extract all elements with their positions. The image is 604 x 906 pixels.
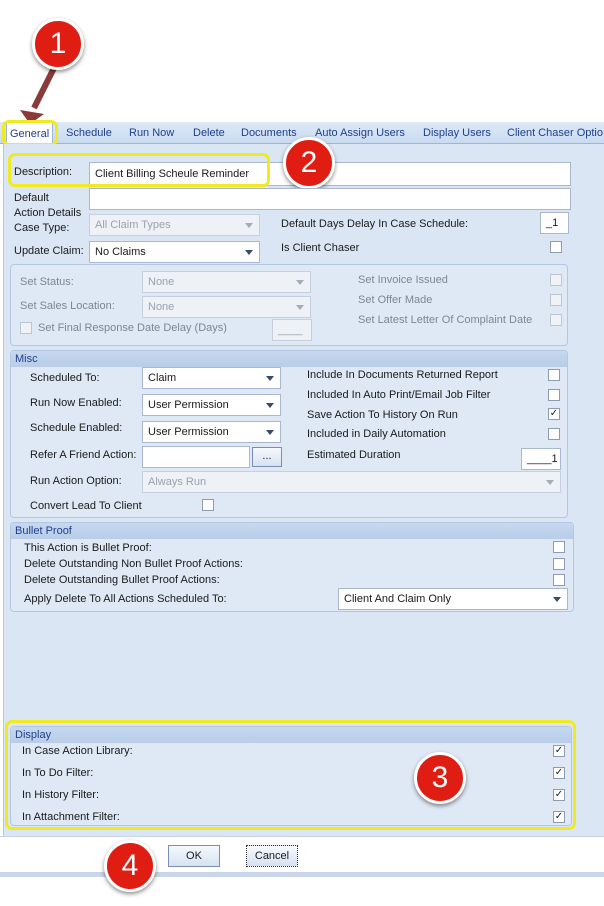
highlight-display-group	[5, 720, 576, 830]
callout-3: 3	[414, 752, 466, 804]
ok-button[interactable]: OK	[168, 845, 220, 867]
tab-schedule[interactable]: Schedule	[66, 122, 112, 144]
refer-friend-label: Refer A Friend Action:	[30, 449, 137, 461]
schedule-enabled-label: Schedule Enabled:	[30, 422, 123, 434]
apply-delete-label: Apply Delete To All Actions Scheduled To…	[24, 593, 227, 605]
set-status-label: Set Status:	[20, 276, 74, 288]
chevron-down-icon	[296, 305, 304, 310]
tab-auto-assign-users[interactable]: Auto Assign Users	[315, 122, 405, 144]
delete-bullet-label: Delete Outstanding Bullet Proof Actions:	[24, 574, 220, 586]
tab-display-users[interactable]: Display Users	[423, 122, 491, 144]
set-latest-letter-label: Set Latest Letter Of Complaint Date	[358, 314, 533, 326]
set-final-response-input[interactable]: ____	[272, 319, 312, 341]
set-invoice-issued-checkbox[interactable]	[550, 274, 562, 286]
callout-4: 4	[104, 840, 156, 892]
default-action-details-input[interactable]	[89, 188, 571, 210]
tab-delete[interactable]: Delete	[193, 122, 225, 144]
set-final-response-checkbox[interactable]	[20, 322, 32, 334]
set-offer-made-label: Set Offer Made	[358, 294, 433, 306]
schedule-enabled-select[interactable]: User Permission	[142, 421, 281, 443]
case-type-select[interactable]: All Claim Types	[89, 214, 260, 236]
chevron-down-icon	[245, 223, 253, 228]
include-docs-checkbox[interactable]	[548, 369, 560, 381]
tab-documents[interactable]: Documents	[241, 122, 297, 144]
bullet-proof-checkbox[interactable]	[553, 541, 565, 553]
bullet-proof-label: This Action is Bullet Proof:	[24, 542, 152, 554]
case-type-value: All Claim Types	[95, 219, 171, 231]
dialog-window: 1 General Schedule Run Now Delete Docume…	[0, 0, 604, 906]
set-status-value: None	[148, 276, 175, 288]
is-client-chaser-checkbox[interactable]	[550, 241, 562, 253]
highlight-general-tab	[2, 120, 58, 146]
included-daily-label: Included in Daily Automation	[307, 428, 446, 440]
chevron-down-icon	[546, 480, 554, 485]
apply-delete-value: Client And Claim Only	[344, 593, 451, 605]
run-now-enabled-select[interactable]: User Permission	[142, 394, 281, 416]
highlight-description	[8, 153, 270, 187]
default-label: Default	[14, 192, 49, 204]
refer-friend-input[interactable]	[142, 446, 250, 468]
run-action-option-label: Run Action Option:	[30, 475, 122, 487]
apply-delete-select[interactable]: Client And Claim Only	[338, 588, 568, 610]
set-final-response-label: Set Final Response Date Delay (Days)	[38, 322, 227, 334]
estimated-duration-input[interactable]: ____1	[521, 448, 561, 470]
action-details-label: Action Details	[14, 207, 82, 219]
scheduled-to-label: Scheduled To:	[30, 372, 100, 384]
delete-bullet-checkbox[interactable]	[553, 574, 565, 586]
save-action-history-label: Save Action To History On Run	[307, 409, 458, 421]
is-client-chaser-label: Is Client Chaser	[281, 242, 360, 254]
save-action-history-checkbox[interactable]: ✓	[548, 408, 560, 420]
run-action-option-select[interactable]: Always Run	[142, 471, 561, 493]
run-action-option-value: Always Run	[148, 476, 207, 488]
chevron-down-icon	[553, 597, 561, 602]
convert-lead-checkbox[interactable]	[202, 499, 214, 511]
update-claim-value: No Claims	[95, 246, 146, 258]
delete-non-bullet-label: Delete Outstanding Non Bullet Proof Acti…	[24, 558, 243, 570]
update-claim-label: Update Claim:	[14, 245, 84, 257]
run-now-enabled-label: Run Now Enabled:	[30, 397, 122, 409]
callout-1: 1	[32, 18, 84, 70]
set-latest-letter-checkbox[interactable]	[550, 314, 562, 326]
delete-non-bullet-checkbox[interactable]	[553, 558, 565, 570]
scheduled-to-value: Claim	[148, 372, 177, 384]
misc-group-title: Misc	[11, 351, 567, 367]
chevron-down-icon	[266, 376, 274, 381]
set-invoice-issued-label: Set Invoice Issued	[358, 274, 448, 286]
refer-friend-browse-button[interactable]: ...	[252, 447, 282, 467]
scheduled-to-select[interactable]: Claim	[142, 367, 281, 389]
run-now-enabled-value: User Permission	[148, 399, 229, 411]
cancel-button[interactable]: Cancel	[246, 845, 298, 867]
set-sales-location-label: Set Sales Location:	[20, 300, 115, 312]
convert-lead-label: Convert Lead To Client	[30, 500, 142, 512]
schedule-enabled-value: User Permission	[148, 426, 229, 438]
bottom-divider	[0, 872, 604, 877]
set-status-select[interactable]: None	[142, 271, 311, 293]
set-sales-location-value: None	[148, 301, 175, 313]
set-sales-location-select[interactable]: None	[142, 296, 311, 318]
button-bar	[0, 836, 604, 876]
callout-2: 2	[283, 137, 335, 189]
chevron-down-icon	[245, 250, 253, 255]
include-auto-print-checkbox[interactable]	[548, 389, 560, 401]
bullet-proof-group-title: Bullet Proof	[11, 523, 573, 539]
include-docs-label: Include In Documents Returned Report	[307, 369, 498, 381]
tab-run-now[interactable]: Run Now	[129, 122, 174, 144]
default-days-delay-label: Default Days Delay In Case Schedule:	[281, 218, 469, 230]
include-auto-print-label: Included In Auto Print/Email Job Filter	[307, 389, 491, 401]
included-daily-checkbox[interactable]	[548, 428, 560, 440]
default-days-delay-input[interactable]: _1	[540, 212, 569, 234]
case-type-label: Case Type:	[14, 222, 70, 234]
chevron-down-icon	[296, 280, 304, 285]
tab-client-chaser-options[interactable]: Client Chaser Optio	[507, 122, 603, 144]
update-claim-select[interactable]: No Claims	[89, 241, 260, 263]
chevron-down-icon	[266, 430, 274, 435]
chevron-down-icon	[266, 403, 274, 408]
estimated-duration-label: Estimated Duration	[307, 449, 401, 461]
set-offer-made-checkbox[interactable]	[550, 294, 562, 306]
